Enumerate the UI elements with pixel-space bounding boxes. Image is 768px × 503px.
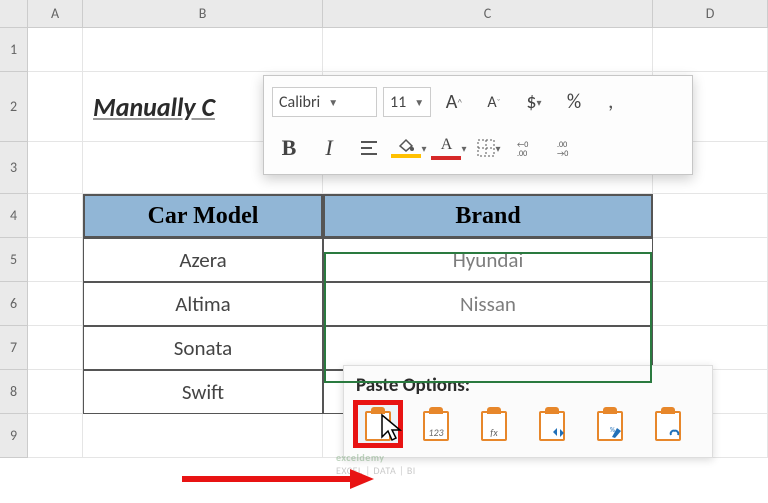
paint-bucket-icon	[397, 138, 415, 152]
clipboard-icon	[653, 407, 683, 441]
annotation-arrow-icon	[178, 467, 378, 491]
cell-B1[interactable]	[83, 28, 323, 72]
cell-A1[interactable]	[28, 28, 83, 72]
align-button[interactable]	[352, 133, 386, 163]
table-row[interactable]: Swift	[83, 370, 323, 414]
col-header-A[interactable]: A	[28, 0, 83, 28]
font-size-value: 11	[390, 93, 406, 112]
decrease-font-button[interactable]: Aˇ	[477, 87, 511, 117]
clipboard-icon: fx	[479, 407, 509, 441]
row-header-2[interactable]: 2	[0, 72, 28, 142]
cell-A5[interactable]	[28, 238, 83, 282]
cell-A4[interactable]	[28, 194, 83, 238]
paste-link-button[interactable]	[646, 403, 690, 445]
svg-text:→0: →0	[557, 149, 568, 157]
font-color-button[interactable]: A ▾	[432, 133, 466, 163]
chevron-down-icon: ▼	[414, 96, 424, 109]
paste-values-button[interactable]: 123	[414, 403, 458, 445]
paste-transpose-button[interactable]	[530, 403, 574, 445]
cell-D1[interactable]	[653, 28, 768, 72]
font-color-swatch	[431, 156, 461, 160]
borders-icon	[477, 139, 495, 157]
percent-format-button[interactable]: %	[557, 87, 591, 117]
bold-button[interactable]: B	[272, 133, 306, 163]
paste-options-popup: Paste Options: 123 fx	[343, 365, 713, 458]
select-all-corner[interactable]	[0, 0, 28, 28]
clipboard-icon: %	[595, 407, 625, 441]
table-row[interactable]: Azera	[83, 238, 323, 282]
cell-A8[interactable]	[28, 370, 83, 414]
paste-options-icons: 123 fx %	[356, 403, 700, 445]
row-header-5[interactable]: 5	[0, 238, 28, 282]
paste-options-title: Paste Options:	[356, 374, 700, 397]
italic-button[interactable]: I	[312, 133, 346, 163]
mini-toolbar-row-1: Calibri ▼ 11 ▼ A^ Aˇ $▾ % ,	[272, 82, 684, 122]
cell-A7[interactable]	[28, 326, 83, 370]
cell-D4[interactable]	[653, 194, 768, 238]
svg-text:,: ,	[608, 92, 614, 112]
chevron-down-icon: ▾	[421, 142, 426, 155]
font-name-select[interactable]: Calibri ▼	[272, 87, 377, 117]
table-row[interactable]: Nissan	[323, 282, 653, 326]
cell-D7[interactable]	[653, 326, 768, 370]
font-color-a-icon: A	[441, 136, 453, 154]
chevron-down-icon: ▼	[328, 96, 338, 109]
cell-C1[interactable]	[323, 28, 653, 72]
clipboard-icon	[537, 407, 567, 441]
increase-decimal-button[interactable]: ←0 .00	[512, 133, 546, 163]
font-name-value: Calibri	[279, 93, 320, 112]
mini-toolbar-row-2: B I ▾ A ▾	[272, 128, 684, 168]
align-icon	[360, 140, 378, 156]
table-row[interactable]: Sonata	[83, 326, 323, 370]
row-header-9[interactable]: 9	[0, 414, 28, 458]
row-header-8[interactable]: 8	[0, 370, 28, 414]
svg-text:%: %	[610, 426, 615, 434]
col-header-D[interactable]: D	[653, 0, 768, 28]
row-header-3[interactable]: 3	[0, 142, 28, 194]
table-header-brand[interactable]: Brand	[323, 194, 653, 238]
row-header-1[interactable]: 1	[0, 28, 28, 72]
cell-B9[interactable]	[83, 414, 323, 458]
table-header-model[interactable]: Car Model	[83, 194, 323, 238]
col-header-B[interactable]: B	[83, 0, 323, 28]
paste-formatting-button[interactable]: %	[588, 403, 632, 445]
cell-A2[interactable]	[28, 72, 83, 142]
cell-A9[interactable]	[28, 414, 83, 458]
decrease-decimal-icon: .00 →0	[557, 139, 581, 157]
chevron-down-icon: ▾	[461, 142, 466, 155]
chevron-down-icon: ▾	[537, 96, 542, 109]
cell-D6[interactable]	[653, 282, 768, 326]
clipboard-icon: 123	[421, 407, 451, 441]
row-header-6[interactable]: 6	[0, 282, 28, 326]
fill-color-swatch	[391, 154, 421, 158]
svg-text:.00: .00	[517, 149, 527, 157]
comma-style-button[interactable]: ,	[597, 87, 631, 117]
col-header-C[interactable]: C	[323, 0, 653, 28]
mouse-cursor-icon	[380, 413, 404, 443]
increase-font-button[interactable]: A^	[437, 87, 471, 117]
accounting-format-button[interactable]: $▾	[517, 87, 551, 117]
table-row[interactable]: Altima	[83, 282, 323, 326]
borders-button[interactable]: ▾	[472, 133, 506, 163]
font-size-select[interactable]: 11 ▼	[383, 87, 431, 117]
row-header-4[interactable]: 4	[0, 194, 28, 238]
row-header-7[interactable]: 7	[0, 326, 28, 370]
fill-color-button[interactable]: ▾	[392, 133, 426, 163]
paste-formulas-button[interactable]: fx	[472, 403, 516, 445]
cell-D5[interactable]	[653, 238, 768, 282]
cell-A6[interactable]	[28, 282, 83, 326]
increase-decimal-icon: ←0 .00	[517, 139, 541, 157]
mini-toolbar: Calibri ▼ 11 ▼ A^ Aˇ $▾ % , B I	[263, 75, 693, 175]
decrease-decimal-button[interactable]: .00 →0	[552, 133, 586, 163]
cell-A3[interactable]	[28, 142, 83, 194]
chevron-down-icon: ▾	[495, 142, 500, 155]
table-row[interactable]	[323, 326, 653, 370]
table-row[interactable]: Hyundai	[323, 238, 653, 282]
